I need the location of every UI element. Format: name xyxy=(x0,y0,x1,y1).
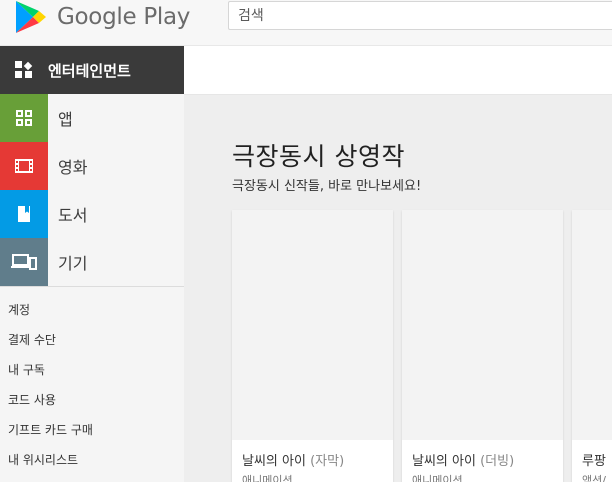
movie-title[interactable]: 날씨의 아이 (자막) xyxy=(242,450,344,469)
movie-genre[interactable]: 액션/ xyxy=(582,472,606,482)
movie-card[interactable]: 루팡 액션/ xyxy=(572,210,612,482)
sidebar-item-label: 앱 xyxy=(58,110,73,129)
apps-grid-icon xyxy=(0,46,48,94)
sidebar-item-books[interactable]: 도서 xyxy=(0,190,184,238)
sidebar-item-devices[interactable]: 기기 xyxy=(0,238,184,286)
movie-poster[interactable] xyxy=(572,210,612,440)
search-box[interactable] xyxy=(228,1,612,30)
google-play-logo[interactable]: Google Play xyxy=(14,0,190,34)
sidebar-link-wishlist[interactable]: 내 위시리스트 xyxy=(8,451,78,468)
sidebar-item-entertainment[interactable]: 엔터테인먼트 xyxy=(0,46,184,94)
apps-icon xyxy=(0,94,48,142)
main-content: 극장동시 상영작 극장동시 신작들, 바로 만나보세요! 날씨의 아이 (자막)… xyxy=(184,95,612,482)
search-input[interactable] xyxy=(229,2,612,29)
play-store-icon xyxy=(16,1,46,33)
devices-icon xyxy=(0,238,48,286)
movie-title-text: 루팡 xyxy=(582,454,606,469)
page-title: 극장동시 상영작 xyxy=(232,142,405,171)
sidebar-link-payment[interactable]: 결제 수단 xyxy=(8,331,56,348)
movie-title-suffix: (더빙) xyxy=(480,454,515,469)
sidebar-link-subscriptions[interactable]: 내 구독 xyxy=(8,361,45,378)
sidebar-link-redeem[interactable]: 코드 사용 xyxy=(8,391,56,408)
subnav-band xyxy=(184,46,612,95)
movie-title-suffix: (자막) xyxy=(310,454,345,469)
movie-title[interactable]: 루팡 xyxy=(582,450,606,469)
sidebar-item-movies[interactable]: 영화 xyxy=(0,142,184,190)
top-header: Google Play xyxy=(0,0,612,46)
movie-title[interactable]: 날씨의 아이 (더빙) xyxy=(412,450,514,469)
sidebar-item-label: 엔터테인먼트 xyxy=(48,61,131,80)
movie-title-text: 날씨의 아이 xyxy=(242,454,306,469)
sidebar-item-label: 도서 xyxy=(58,206,88,225)
sidebar-link-gift-card[interactable]: 기프트 카드 구매 xyxy=(8,421,93,438)
movie-card[interactable]: 날씨의 아이 (자막) 애니메이션 xyxy=(232,210,393,482)
left-sidebar: 엔터테인먼트 앱 영화 도서 기기 계정 결제 수단 내 구독 코드 사용 기프… xyxy=(0,46,184,482)
sidebar-link-account[interactable]: 계정 xyxy=(8,301,30,318)
movie-title-text: 날씨의 아이 xyxy=(412,454,476,469)
movie-poster[interactable] xyxy=(232,210,393,440)
page-subtitle: 극장동시 신작들, 바로 만나보세요! xyxy=(232,179,422,194)
logo-text: Google Play xyxy=(57,4,191,30)
sidebar-item-apps[interactable]: 앱 xyxy=(0,94,184,142)
book-icon xyxy=(0,190,48,238)
movie-genre[interactable]: 애니메이션 xyxy=(412,472,463,482)
movie-card[interactable]: 날씨의 아이 (더빙) 애니메이션 xyxy=(402,210,563,482)
movie-poster[interactable] xyxy=(402,210,563,440)
movie-genre[interactable]: 애니메이션 xyxy=(242,472,293,482)
film-icon xyxy=(0,142,48,190)
sidebar-divider xyxy=(0,286,184,287)
sidebar-item-label: 기기 xyxy=(58,254,88,273)
sidebar-item-label: 영화 xyxy=(58,158,88,177)
